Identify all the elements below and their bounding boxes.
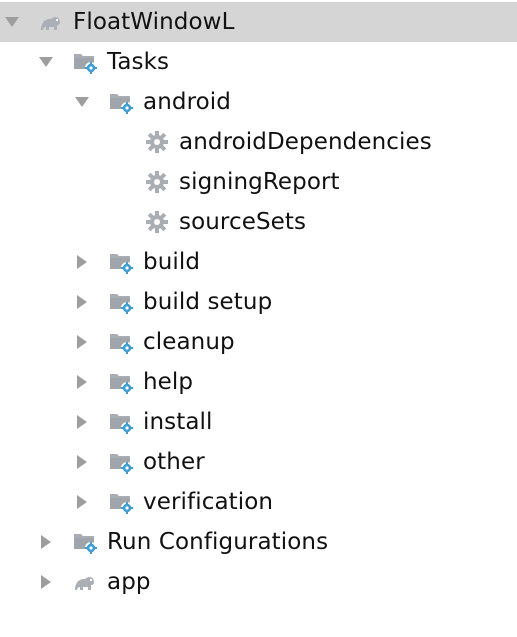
task-folder-icon bbox=[108, 289, 134, 315]
task-folder-icon bbox=[108, 369, 134, 395]
tree-node-other[interactable]: other bbox=[0, 442, 517, 482]
tree-node-cleanup[interactable]: cleanup bbox=[0, 322, 517, 362]
chevron-right-icon[interactable] bbox=[74, 454, 90, 470]
tree-node-label: app bbox=[107, 569, 151, 595]
tree-node-build-setup[interactable]: build setup bbox=[0, 282, 517, 322]
gear-icon bbox=[144, 169, 170, 195]
tree-node-label: FloatWindowL bbox=[73, 9, 235, 35]
tree-node-label: help bbox=[143, 369, 194, 395]
task-folder-icon bbox=[108, 409, 134, 435]
tree-node-install[interactable]: install bbox=[0, 402, 517, 442]
tree-node-label: verification bbox=[143, 489, 274, 515]
task-folder-icon bbox=[108, 249, 134, 275]
gradle-elephant-icon bbox=[72, 569, 98, 595]
tree-node-label: Run Configurations bbox=[107, 529, 329, 555]
tree-node-tasks[interactable]: Tasks bbox=[0, 42, 517, 82]
chevron-down-icon[interactable] bbox=[4, 14, 20, 30]
task-folder-icon bbox=[108, 89, 134, 115]
tree-node-label: other bbox=[143, 449, 205, 475]
tree-node-help[interactable]: help bbox=[0, 362, 517, 402]
task-folder-icon bbox=[108, 449, 134, 475]
chevron-right-icon[interactable] bbox=[74, 414, 90, 430]
chevron-down-icon[interactable] bbox=[38, 54, 54, 70]
chevron-right-icon[interactable] bbox=[74, 494, 90, 510]
chevron-right-icon[interactable] bbox=[74, 374, 90, 390]
tree-node-label: build setup bbox=[143, 289, 273, 315]
gear-icon bbox=[144, 209, 170, 235]
tree-node-task[interactable]: signingReport bbox=[0, 162, 517, 202]
task-folder-icon bbox=[72, 49, 98, 75]
task-folder-icon bbox=[72, 529, 98, 555]
chevron-right-icon[interactable] bbox=[74, 334, 90, 350]
tree-node-label: install bbox=[143, 409, 213, 435]
task-folder-icon bbox=[108, 329, 134, 355]
tree-node-run-configurations[interactable]: Run Configurations bbox=[0, 522, 517, 562]
tree-node-build[interactable]: build bbox=[0, 242, 517, 282]
gear-icon bbox=[144, 129, 170, 155]
tree-node-label: Tasks bbox=[107, 49, 170, 75]
tree-node-label: sourceSets bbox=[179, 209, 307, 235]
tree-node-label: build bbox=[143, 249, 201, 275]
gradle-elephant-icon bbox=[38, 9, 64, 35]
tree-node-task[interactable]: sourceSets bbox=[0, 202, 517, 242]
chevron-right-icon[interactable] bbox=[38, 574, 54, 590]
tree-node-app[interactable]: app bbox=[0, 562, 517, 602]
tree-node-label: cleanup bbox=[143, 329, 235, 355]
chevron-down-icon[interactable] bbox=[74, 94, 90, 110]
chevron-right-icon[interactable] bbox=[38, 534, 54, 550]
tree-node-floatwindowl[interactable]: FloatWindowL bbox=[0, 2, 517, 42]
gradle-task-tree: FloatWindowL Tasks android androidDepend… bbox=[0, 0, 517, 637]
task-folder-icon bbox=[108, 489, 134, 515]
tree-node-verification[interactable]: verification bbox=[0, 482, 517, 522]
chevron-right-icon[interactable] bbox=[74, 294, 90, 310]
tree-node-label: android bbox=[143, 89, 231, 115]
tree-node-label: androidDependencies bbox=[179, 129, 432, 155]
tree-node-task[interactable]: androidDependencies bbox=[0, 122, 517, 162]
tree-node-label: signingReport bbox=[179, 169, 340, 195]
chevron-right-icon[interactable] bbox=[74, 254, 90, 270]
tree-node-android[interactable]: android bbox=[0, 82, 517, 122]
